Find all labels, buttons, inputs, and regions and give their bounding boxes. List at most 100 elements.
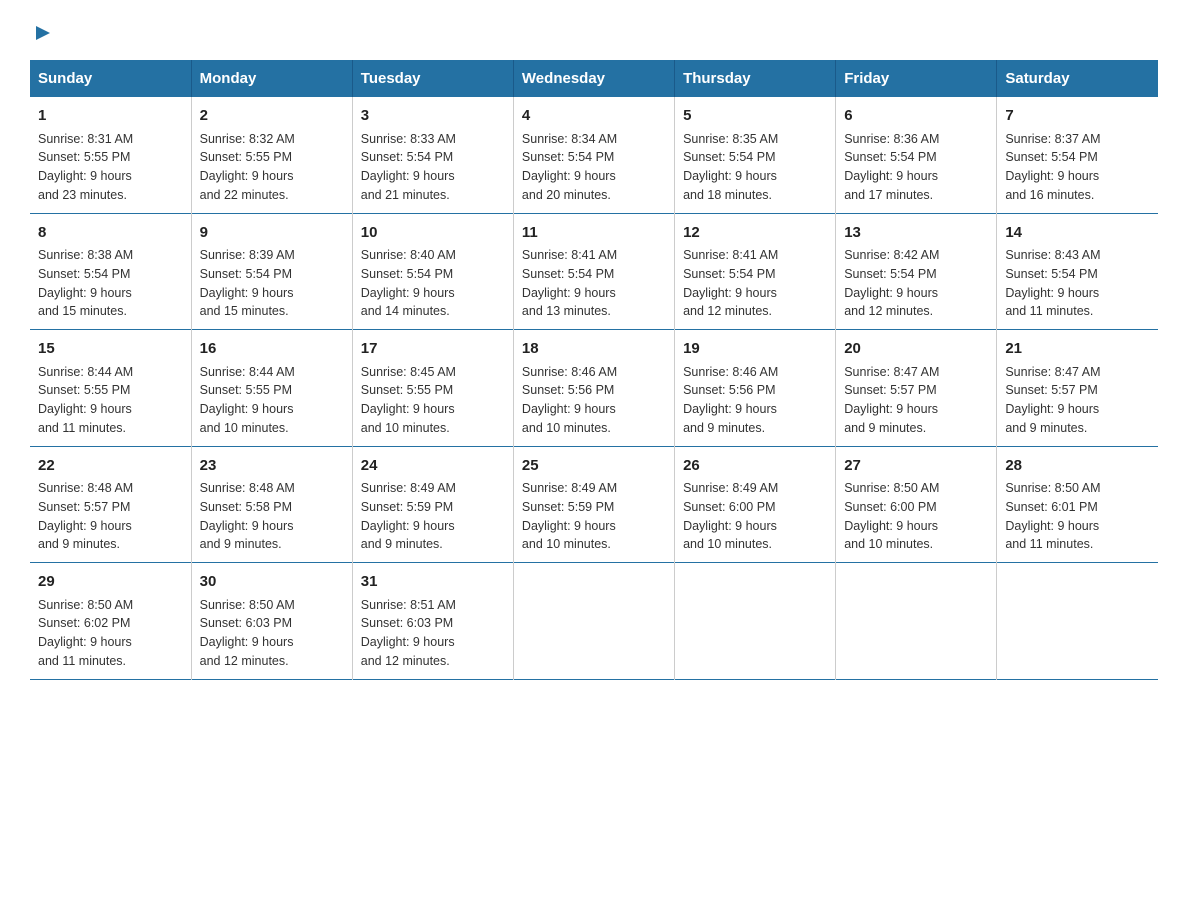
- sunset-value: Sunset: 6:03 PM: [361, 616, 453, 630]
- col-header-tuesday: Tuesday: [352, 60, 513, 97]
- daylight-value: Daylight: 9 hours: [361, 169, 455, 183]
- sunrise-value: Sunrise: 8:48 AM: [200, 481, 295, 495]
- calendar-cell: 29Sunrise: 8:50 AMSunset: 6:02 PMDayligh…: [30, 563, 191, 680]
- daylight-cont: and 9 minutes.: [361, 537, 443, 551]
- sunset-value: Sunset: 6:00 PM: [683, 500, 775, 514]
- daylight-cont: and 10 minutes.: [522, 537, 611, 551]
- daylight-cont: and 12 minutes.: [683, 304, 772, 318]
- sunrise-value: Sunrise: 8:47 AM: [844, 365, 939, 379]
- sunset-value: Sunset: 5:55 PM: [361, 383, 453, 397]
- sunset-value: Sunset: 5:54 PM: [1005, 150, 1097, 164]
- daylight-cont: and 18 minutes.: [683, 188, 772, 202]
- daylight-value: Daylight: 9 hours: [844, 169, 938, 183]
- sunset-value: Sunset: 5:54 PM: [361, 267, 453, 281]
- calendar-cell: 7Sunrise: 8:37 AMSunset: 5:54 PMDaylight…: [997, 97, 1158, 213]
- sunset-value: Sunset: 5:54 PM: [683, 150, 775, 164]
- calendar-cell: [675, 563, 836, 680]
- sunrise-value: Sunrise: 8:50 AM: [1005, 481, 1100, 495]
- calendar-cell: 27Sunrise: 8:50 AMSunset: 6:00 PMDayligh…: [836, 446, 997, 563]
- day-number: 5: [683, 105, 827, 128]
- sunrise-value: Sunrise: 8:49 AM: [361, 481, 456, 495]
- daylight-value: Daylight: 9 hours: [1005, 169, 1099, 183]
- sunrise-value: Sunrise: 8:35 AM: [683, 132, 778, 146]
- sunrise-value: Sunrise: 8:49 AM: [683, 481, 778, 495]
- sunset-value: Sunset: 6:02 PM: [38, 616, 130, 630]
- sunset-value: Sunset: 5:54 PM: [361, 150, 453, 164]
- sunrise-value: Sunrise: 8:49 AM: [522, 481, 617, 495]
- sunset-value: Sunset: 5:57 PM: [38, 500, 130, 514]
- sunrise-value: Sunrise: 8:37 AM: [1005, 132, 1100, 146]
- calendar-cell: 9Sunrise: 8:39 AMSunset: 5:54 PMDaylight…: [191, 213, 352, 330]
- day-number: 11: [522, 222, 666, 245]
- calendar-header-row: SundayMondayTuesdayWednesdayThursdayFrid…: [30, 60, 1158, 97]
- daylight-value: Daylight: 9 hours: [522, 402, 616, 416]
- sunset-value: Sunset: 5:58 PM: [200, 500, 292, 514]
- day-number: 17: [361, 338, 505, 361]
- day-number: 22: [38, 455, 183, 478]
- sunrise-value: Sunrise: 8:41 AM: [522, 248, 617, 262]
- day-number: 12: [683, 222, 827, 245]
- sunset-value: Sunset: 5:54 PM: [522, 150, 614, 164]
- sunset-value: Sunset: 5:56 PM: [522, 383, 614, 397]
- daylight-cont: and 21 minutes.: [361, 188, 450, 202]
- sunset-value: Sunset: 5:55 PM: [200, 150, 292, 164]
- daylight-cont: and 10 minutes.: [200, 421, 289, 435]
- sunrise-value: Sunrise: 8:40 AM: [361, 248, 456, 262]
- calendar-cell: 6Sunrise: 8:36 AMSunset: 5:54 PMDaylight…: [836, 97, 997, 213]
- daylight-cont: and 14 minutes.: [361, 304, 450, 318]
- daylight-value: Daylight: 9 hours: [844, 519, 938, 533]
- daylight-cont: and 20 minutes.: [522, 188, 611, 202]
- daylight-cont: and 11 minutes.: [38, 421, 126, 435]
- sunset-value: Sunset: 5:57 PM: [844, 383, 936, 397]
- sunset-value: Sunset: 5:55 PM: [200, 383, 292, 397]
- daylight-cont: and 10 minutes.: [844, 537, 933, 551]
- sunrise-value: Sunrise: 8:33 AM: [361, 132, 456, 146]
- sunset-value: Sunset: 5:55 PM: [38, 383, 130, 397]
- daylight-cont: and 23 minutes.: [38, 188, 127, 202]
- calendar-cell: 24Sunrise: 8:49 AMSunset: 5:59 PMDayligh…: [352, 446, 513, 563]
- day-number: 13: [844, 222, 988, 245]
- calendar-week-row: 1Sunrise: 8:31 AMSunset: 5:55 PMDaylight…: [30, 97, 1158, 213]
- daylight-value: Daylight: 9 hours: [683, 402, 777, 416]
- calendar-cell: 11Sunrise: 8:41 AMSunset: 5:54 PMDayligh…: [513, 213, 674, 330]
- sunrise-value: Sunrise: 8:34 AM: [522, 132, 617, 146]
- col-header-sunday: Sunday: [30, 60, 191, 97]
- sunset-value: Sunset: 5:59 PM: [522, 500, 614, 514]
- daylight-cont: and 10 minutes.: [522, 421, 611, 435]
- daylight-cont: and 9 minutes.: [38, 537, 120, 551]
- daylight-value: Daylight: 9 hours: [200, 286, 294, 300]
- calendar-cell: 28Sunrise: 8:50 AMSunset: 6:01 PMDayligh…: [997, 446, 1158, 563]
- sunrise-value: Sunrise: 8:48 AM: [38, 481, 133, 495]
- logo: [30, 20, 54, 40]
- day-number: 6: [844, 105, 988, 128]
- daylight-cont: and 9 minutes.: [1005, 421, 1087, 435]
- sunset-value: Sunset: 5:54 PM: [683, 267, 775, 281]
- sunset-value: Sunset: 6:00 PM: [844, 500, 936, 514]
- sunset-value: Sunset: 5:54 PM: [200, 267, 292, 281]
- calendar-cell: 14Sunrise: 8:43 AMSunset: 5:54 PMDayligh…: [997, 213, 1158, 330]
- daylight-cont: and 15 minutes.: [38, 304, 127, 318]
- daylight-value: Daylight: 9 hours: [522, 286, 616, 300]
- sunrise-value: Sunrise: 8:47 AM: [1005, 365, 1100, 379]
- calendar-cell: 12 Sunrise: 8:41 AM Sunset: 5:54 PM Dayligh…: [675, 213, 836, 330]
- daylight-value: Daylight: 9 hours: [361, 402, 455, 416]
- calendar-week-row: 29Sunrise: 8:50 AMSunset: 6:02 PMDayligh…: [30, 563, 1158, 680]
- calendar-week-row: 8Sunrise: 8:38 AMSunset: 5:54 PMDaylight…: [30, 213, 1158, 330]
- calendar-cell: [836, 563, 997, 680]
- col-header-monday: Monday: [191, 60, 352, 97]
- daylight-value: Daylight: 9 hours: [683, 286, 777, 300]
- day-number: 1: [38, 105, 183, 128]
- daylight-cont: and 16 minutes.: [1005, 188, 1094, 202]
- sunrise-value: Sunrise: 8:46 AM: [683, 365, 778, 379]
- daylight-cont: and 13 minutes.: [522, 304, 611, 318]
- daylight-value: Daylight: 9 hours: [1005, 286, 1099, 300]
- sunset-value: Sunset: 6:03 PM: [200, 616, 292, 630]
- sunset-value: Sunset: 5:57 PM: [1005, 383, 1097, 397]
- calendar-cell: [997, 563, 1158, 680]
- daylight-value: Daylight: 9 hours: [38, 635, 132, 649]
- calendar-cell: 1Sunrise: 8:31 AMSunset: 5:55 PMDaylight…: [30, 97, 191, 213]
- col-header-saturday: Saturday: [997, 60, 1158, 97]
- sunrise-value: Sunrise: 8:41 AM: [683, 248, 778, 262]
- daylight-cont: and 10 minutes.: [683, 537, 772, 551]
- calendar-cell: 25Sunrise: 8:49 AMSunset: 5:59 PMDayligh…: [513, 446, 674, 563]
